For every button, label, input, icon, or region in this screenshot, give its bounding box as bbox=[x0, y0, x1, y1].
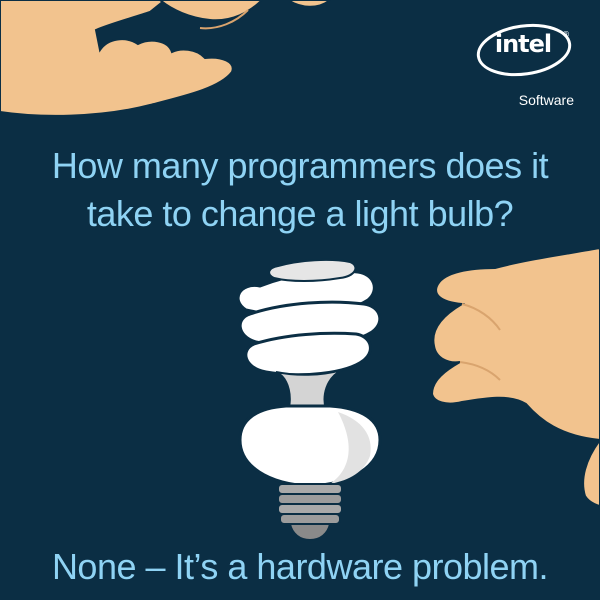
intel-logo-icon: intel ® Software bbox=[474, 22, 574, 112]
question-line-1: How many programmers does it bbox=[51, 145, 549, 186]
question-line-2: take to change a light bulb? bbox=[86, 193, 514, 234]
logo-wordmark: intel bbox=[494, 30, 552, 58]
light-bulb-icon bbox=[236, 258, 382, 542]
joke-answer: None – It’s a hardware problem. bbox=[51, 546, 549, 587]
logo-trademark: ® bbox=[562, 30, 570, 39]
hand-top-icon bbox=[0, 0, 332, 117]
hand-right-icon bbox=[430, 246, 600, 508]
joke-card: intel ® Software How many programmers do… bbox=[0, 0, 600, 600]
joke-question: How many programmers does it take to cha… bbox=[0, 142, 600, 238]
logo-division: Software bbox=[518, 92, 574, 108]
